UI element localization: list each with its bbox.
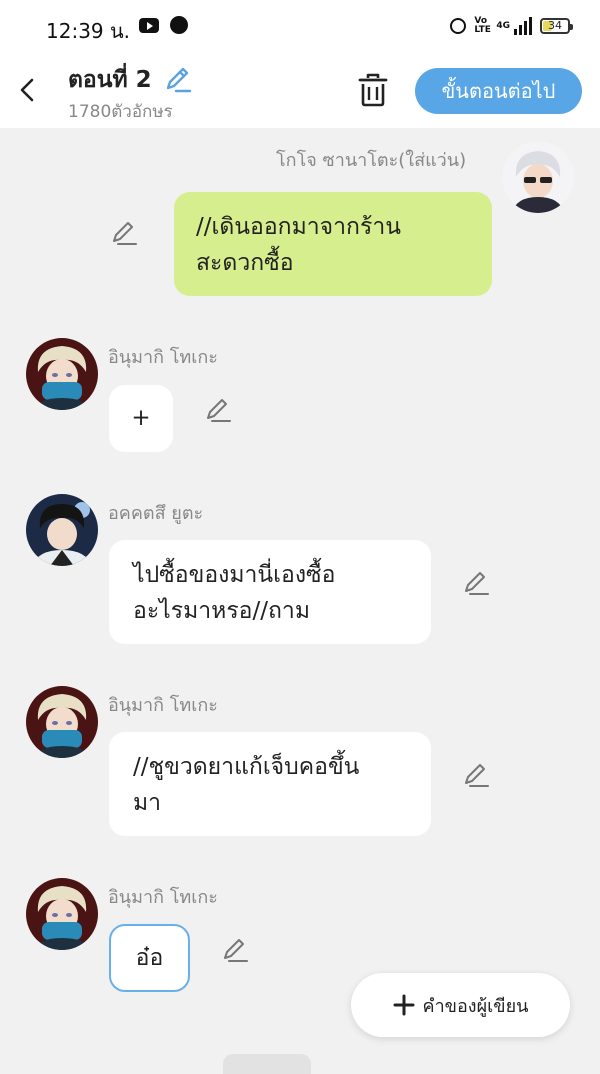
- speaker-name: อินุมากิ โทเกะ: [108, 695, 218, 716]
- pencil-icon[interactable]: [462, 761, 490, 789]
- battery-icon: 34: [540, 18, 573, 34]
- network-type: 4G: [496, 21, 510, 31]
- pencil-icon[interactable]: [204, 396, 232, 424]
- status-icons: Vo LTE 4G 34: [450, 14, 573, 38]
- author-note-button[interactable]: คำของผู้เขียน: [351, 973, 570, 1037]
- message-bubble[interactable]: +: [109, 385, 173, 452]
- message-bubble[interactable]: //เดินออกมาจากร้าน สะดวกซื้อ: [174, 192, 492, 296]
- avatar-gojo[interactable]: [502, 141, 574, 213]
- avatar-inumaki[interactable]: [26, 338, 98, 410]
- pencil-icon[interactable]: [221, 936, 249, 964]
- signal-icon: [514, 17, 532, 35]
- speaker-name: อคคตสึ ยูตะ: [108, 503, 204, 524]
- message-bubble[interactable]: //ชูขวดยาแก้เจ็บคอขึ้น มา: [109, 732, 431, 836]
- edit-title-pencil-icon[interactable]: [162, 64, 192, 94]
- plus-icon: [393, 994, 415, 1016]
- message-bubble[interactable]: ไปซื้อของมานี่เองซื้อ อะไรมาหรอ//ถาม: [109, 540, 431, 644]
- status-bar: 12:39 น. Vo LTE 4G 34: [0, 0, 600, 52]
- episode-title: ตอนที่ 2: [68, 67, 152, 93]
- speaker-name: โกโจ ซานาโตะ(ใส่แว่น): [276, 150, 467, 171]
- battery-percent: 34: [548, 19, 562, 32]
- speaker-name: อินุมากิ โทเกะ: [108, 347, 218, 368]
- next-step-button[interactable]: ขั้นตอนต่อไป: [415, 68, 582, 114]
- volte-icon: Vo LTE: [474, 16, 491, 35]
- back-arrow-icon[interactable]: [14, 72, 42, 108]
- avatar-inumaki[interactable]: [26, 686, 98, 758]
- avatar-inumaki[interactable]: [26, 878, 98, 950]
- status-time: 12:39 น.: [46, 19, 131, 43]
- youtube-notification-icon: [139, 18, 159, 33]
- speaker-name: อินุมากิ โทเกะ: [108, 887, 218, 908]
- top-bar: ตอนที่ 2 1780ตัวอักษร ขั้นตอนต่อไป: [0, 52, 600, 128]
- avatar-yuta[interactable]: [26, 494, 98, 566]
- app-notification-icon: [170, 16, 188, 34]
- pencil-icon[interactable]: [462, 569, 490, 597]
- pencil-icon[interactable]: [110, 219, 138, 247]
- alarm-icon: [450, 18, 467, 34]
- character-count: 1780ตัวอักษร: [68, 102, 173, 122]
- author-note-label: คำของผู้เขียน: [422, 995, 529, 1017]
- bottom-sheet-handle[interactable]: [223, 1054, 311, 1074]
- message-bubble-selected[interactable]: อ๋อ: [109, 924, 190, 992]
- trash-icon[interactable]: [356, 72, 390, 108]
